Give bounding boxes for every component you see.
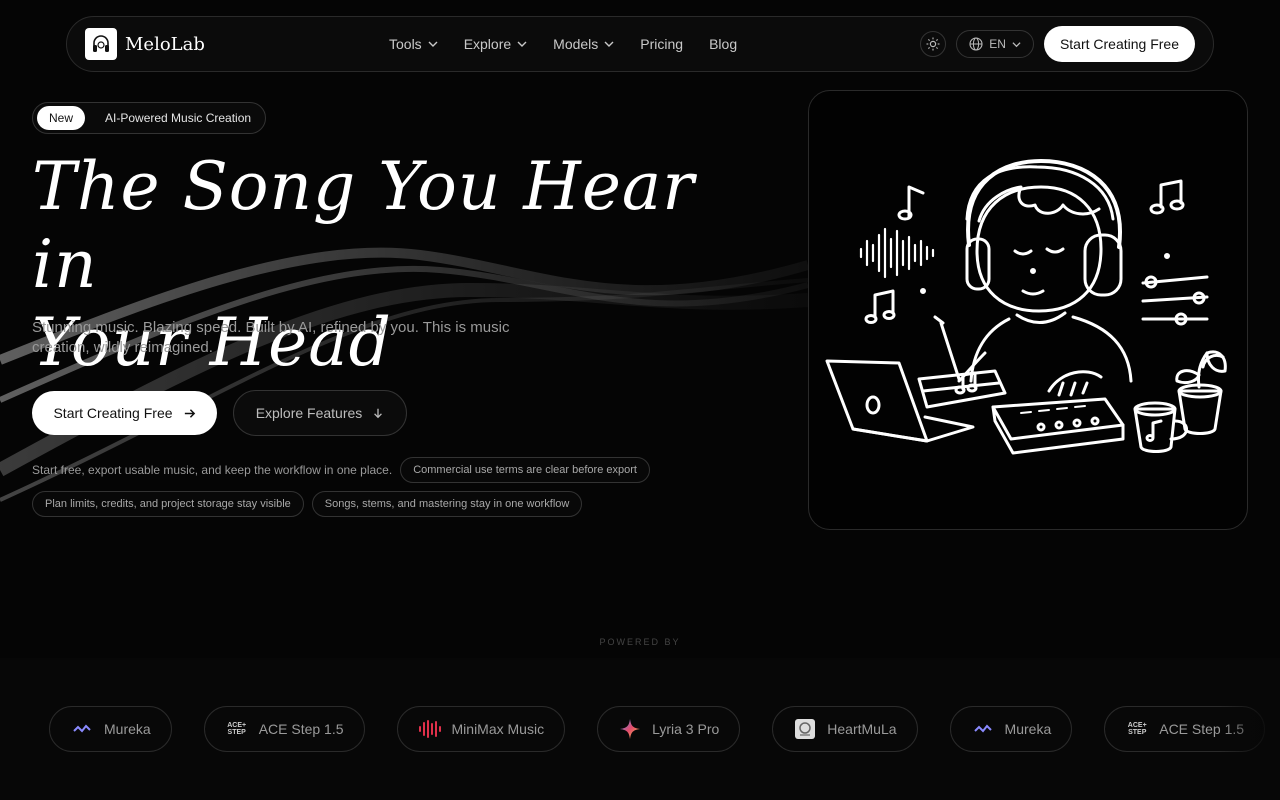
nav-start-creating-button[interactable]: Start Creating Free: [1043, 26, 1195, 62]
language-label: EN: [989, 37, 1006, 51]
brand[interactable]: MeloLab: [85, 28, 205, 60]
chevron-down-icon: [517, 41, 527, 47]
mureka-icon: [70, 717, 94, 741]
language-selector[interactable]: EN: [956, 30, 1034, 58]
pill-row: Plan limits, credits, and project storag…: [32, 491, 583, 517]
model-heartmula[interactable]: HeartMuLa: [772, 706, 918, 752]
headphones-logo-icon: [85, 28, 117, 60]
badge-new: New: [37, 106, 86, 130]
brand-name: MeloLab: [125, 33, 205, 55]
sun-icon: [926, 37, 940, 51]
ace-step-icon: ACE+ STEP: [1127, 722, 1147, 736]
nav-explore-label: Explore: [463, 36, 512, 52]
heartmula-icon: [793, 717, 817, 741]
model-mureka[interactable]: Mureka: [49, 706, 172, 752]
chevron-down-icon: [428, 41, 438, 47]
nav-models-label: Models: [553, 36, 599, 52]
pill-commercial-terms: Commercial use terms are clear before ex…: [400, 457, 650, 483]
explore-features-label: Explore Features: [255, 405, 363, 421]
start-creating-free-button[interactable]: Start Creating Free: [32, 391, 217, 435]
logo-row-fade: [1220, 700, 1280, 760]
info-row: Start free, export usable music, and kee…: [32, 457, 650, 483]
globe-icon: [969, 37, 983, 51]
theme-toggle-button[interactable]: [920, 31, 947, 57]
mureka-icon: [971, 717, 995, 741]
model-minimax-label: MiniMax Music: [451, 721, 545, 737]
model-lyria-label: Lyria 3 Pro: [652, 721, 720, 737]
model-ace-step[interactable]: ACE+ STEP ACE Step 1.5: [203, 706, 365, 752]
musician-illustration: [825, 159, 1227, 455]
hero-subtitle: Stunning music. Blazing speed. Built by …: [32, 319, 510, 356]
pill-plan-limits: Plan limits, credits, and project storag…: [32, 491, 304, 517]
nav-links: Tools Explore Models Pricing Blog: [389, 17, 737, 71]
hero-title-line1: The Song You Hear in: [32, 148, 695, 303]
nav-models[interactable]: Models: [553, 36, 614, 52]
chevron-down-icon: [604, 41, 614, 47]
model-lyria[interactable]: Lyria 3 Pro: [597, 706, 741, 752]
powered-by-label: POWERED BY: [599, 637, 681, 647]
arrow-down-icon: [374, 408, 383, 419]
start-creating-free-label: Start Creating Free: [53, 405, 173, 421]
nav-pricing[interactable]: Pricing: [640, 36, 683, 52]
sparkle-icon: [618, 717, 642, 741]
nav-actions: EN Start Creating Free: [920, 17, 1195, 71]
pill-workflow: Songs, stems, and mastering stay in one …: [311, 491, 583, 517]
model-mureka-label: Mureka: [104, 721, 151, 737]
nav-blog[interactable]: Blog: [709, 36, 737, 52]
info-text: Start free, export usable music, and kee…: [32, 463, 393, 477]
model-minimax[interactable]: MiniMax Music: [396, 706, 566, 752]
nav-pricing-label: Pricing: [640, 36, 684, 52]
arrow-right-icon: [184, 408, 195, 418]
model-logo-row: Mureka ACE+ STEP ACE Step 1.5 MiniMax Mus…: [49, 706, 1266, 752]
ace-step-icon: ACE+ STEP: [227, 722, 247, 736]
top-navbar: MeloLab Tools Explore Models Pricing Blo…: [66, 16, 1214, 72]
minimax-icon: [418, 717, 442, 741]
model-mureka-2[interactable]: Mureka: [949, 706, 1073, 752]
nav-explore[interactable]: Explore: [464, 36, 527, 52]
explore-features-button[interactable]: Explore Features: [233, 390, 407, 436]
model-heartmula-label: HeartMuLa: [827, 721, 897, 737]
hero-illustration: [808, 90, 1248, 530]
hero-badge: New AI-Powered Music Creation: [32, 102, 267, 134]
chevron-down-icon: [1012, 41, 1021, 47]
nav-tools-label: Tools: [389, 36, 422, 52]
badge-text: AI-Powered Music Creation: [105, 111, 252, 125]
model-ace-step-label: ACE Step 1.5: [258, 721, 344, 737]
nav-blog-label: Blog: [709, 36, 738, 52]
nav-tools[interactable]: Tools: [389, 36, 438, 52]
model-mureka-2-label: Mureka: [1004, 721, 1052, 737]
